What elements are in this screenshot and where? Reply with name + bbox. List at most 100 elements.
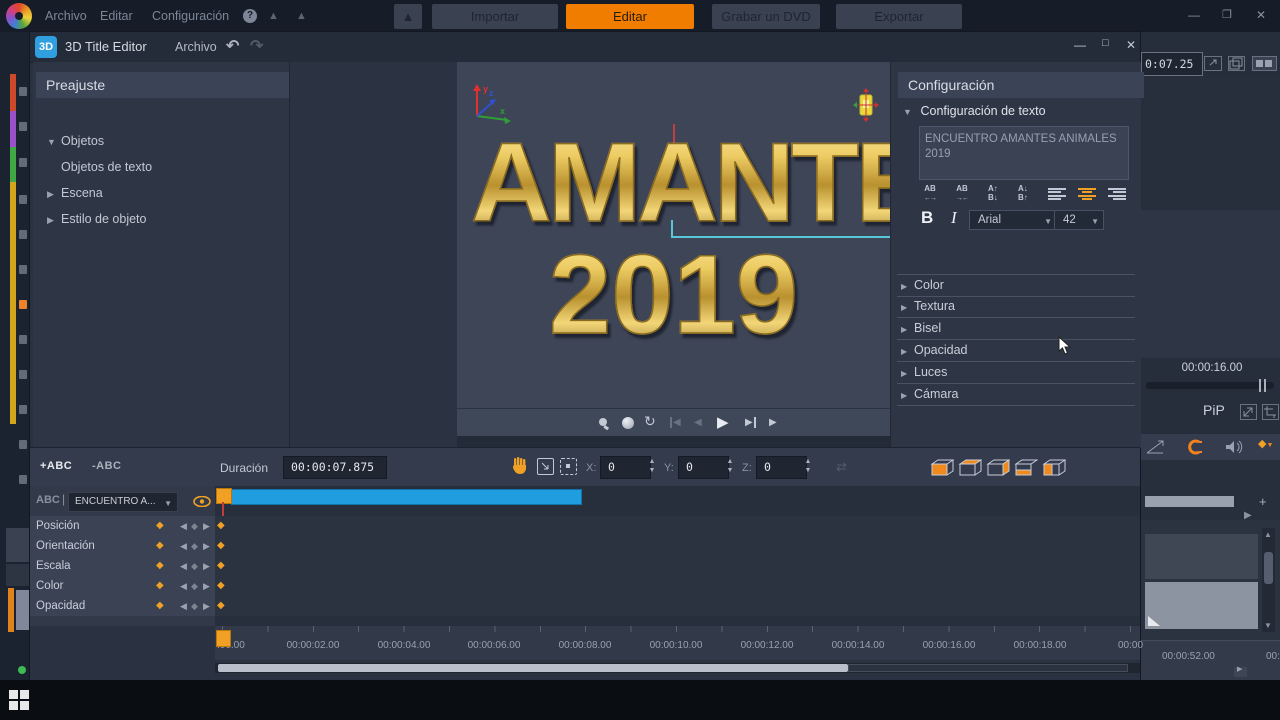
prev-keyframe-button[interactable]: ◀ — [180, 596, 187, 616]
redo-icon[interactable]: ↷ — [250, 36, 263, 56]
next-keyframe-button[interactable]: ▶ — [203, 576, 210, 596]
tab-grabar-dvd[interactable]: Grabar un DVD — [712, 4, 820, 29]
clip-selector-dropdown[interactable]: ENCUENTRO A... ▼ — [68, 492, 178, 512]
dual-view-icon[interactable] — [1252, 56, 1277, 71]
prev-frame-icon[interactable]: ◀ — [694, 417, 702, 428]
close-icon[interactable]: ✕ — [1256, 8, 1266, 22]
keyframe-enabled-icon[interactable]: ◆ — [156, 516, 164, 536]
menu-archivo[interactable]: Archivo — [45, 9, 87, 23]
add-keyframe-button[interactable]: ◆ — [191, 516, 198, 536]
reset-icon[interactable]: ⇄ — [836, 459, 847, 475]
loop-icon[interactable]: ↻ — [644, 413, 656, 430]
menu-editar[interactable]: Editar — [100, 9, 133, 23]
close-icon[interactable]: ✕ — [1126, 38, 1136, 52]
track-lane[interactable]: ◆ — [215, 536, 1140, 557]
section-textura[interactable]: ▶ Textura — [897, 296, 1135, 318]
ruler-play-icon[interactable]: ▶ — [1234, 666, 1247, 677]
section-color[interactable]: ▶ Color — [897, 274, 1135, 297]
tab-editar[interactable]: Editar — [566, 4, 694, 29]
tab-importar[interactable]: Importar — [432, 4, 558, 29]
select-object-icon[interactable] — [537, 458, 554, 475]
collapse-tabs-button[interactable]: ▲ — [394, 4, 422, 29]
italic-button[interactable]: I — [951, 208, 957, 228]
add-keyframe-button[interactable]: ◆ — [191, 596, 198, 616]
visibility-eye-icon[interactable] — [193, 496, 211, 507]
pan-hand-icon[interactable] — [512, 457, 528, 475]
tab-exportar[interactable]: Exportar — [836, 4, 962, 29]
add-keyframe-button[interactable]: ◆ — [191, 536, 198, 556]
text-settings-group[interactable]: ▼ Configuración de texto — [903, 104, 1046, 118]
help-icon[interactable]: ? — [243, 9, 257, 23]
scrollbar-vertical[interactable]: ▲ ▼ — [1262, 528, 1275, 632]
tree-item-objetos[interactable]: ▼ Objetos — [33, 128, 289, 154]
keyframe-marker[interactable]: ◆ — [217, 576, 225, 596]
section-luces[interactable]: ▶ Luces — [897, 362, 1135, 384]
track-lane[interactable]: ◆ — [215, 556, 1140, 577]
section-camara[interactable]: ▶ Cámara — [897, 384, 1135, 406]
window-menu-archivo[interactable]: Archivo — [175, 40, 217, 54]
track-lane[interactable]: ◆ — [215, 576, 1140, 597]
arrow-icon[interactable]: ▲ — [268, 10, 279, 22]
align-left-icon[interactable] — [1048, 186, 1066, 202]
chevron-right-icon[interactable]: ▶ — [47, 181, 61, 207]
resize-icon[interactable] — [1240, 404, 1257, 420]
keyframe-enabled-icon[interactable]: ◆ — [156, 536, 164, 556]
maximize-icon[interactable]: □ — [1102, 37, 1109, 49]
chevron-right-icon[interactable]: ▶ — [47, 207, 61, 233]
timeline-scrollbar[interactable] — [215, 663, 1140, 673]
prev-keyframe-button[interactable]: ◀ — [180, 556, 187, 576]
play-icon[interactable]: ▶ — [717, 413, 729, 431]
duration-field[interactable]: 00:00:07.875 — [283, 456, 387, 479]
line-spacing-contract-icon[interactable]: A↓ B↑ — [1018, 184, 1028, 202]
clip-block[interactable] — [1145, 582, 1258, 629]
next-frame-icon[interactable]: ▶ — [745, 417, 756, 428]
keyframe-tool-icon[interactable]: ◆▼ — [1258, 437, 1273, 450]
z-stepper[interactable]: ▲ ▼ — [803, 457, 813, 475]
zoom-in-icon[interactable]: + — [1259, 494, 1267, 509]
kerning-contract-icon[interactable]: AB →← — [956, 184, 969, 202]
add-keyframe-button[interactable]: ◆ — [191, 556, 198, 576]
keyframe-marker[interactable]: ◆ — [217, 556, 225, 576]
snapshot-icon[interactable] — [1228, 56, 1245, 71]
arrow-icon[interactable]: ▲ — [296, 10, 307, 22]
ruler-playhead-marker[interactable] — [216, 630, 231, 647]
remove-text-button[interactable]: -ABC — [92, 460, 122, 472]
title-text-3d-line2[interactable]: 2019 — [548, 230, 799, 359]
fullscreen-icon[interactable] — [1204, 56, 1222, 71]
view-back-icon[interactable] — [958, 459, 982, 476]
minimize-icon[interactable]: — — [1188, 8, 1200, 22]
chevron-down-icon[interactable]: ▼ — [47, 129, 61, 155]
section-opacidad[interactable]: ▶ Opacidad — [897, 340, 1135, 362]
x-field[interactable]: 0 — [600, 456, 651, 479]
menu-configuracion[interactable]: Configuración — [152, 9, 229, 23]
keyframe-marker[interactable]: ◆ — [217, 596, 225, 616]
z-field[interactable]: 0 — [756, 456, 807, 479]
view-front-icon[interactable] — [930, 459, 954, 476]
bold-button[interactable]: B — [921, 208, 933, 228]
keyframe-marker[interactable]: ◆ — [217, 536, 225, 556]
keyframe-enabled-icon[interactable]: ◆ — [156, 556, 164, 576]
restore-icon[interactable]: ❐ — [1222, 8, 1232, 21]
font-family-select[interactable]: Arial ▼ — [969, 210, 1059, 230]
track-lane[interactable]: ◆ — [215, 596, 1140, 617]
track-lane[interactable]: ◆ — [215, 516, 1140, 537]
main-ruler[interactable]: 00:00:52.00 00: ▶ — [1140, 640, 1280, 680]
light-gizmo-icon[interactable] — [853, 88, 879, 122]
keyframe-marker[interactable]: ◆ — [217, 516, 225, 536]
tree-item-objetos-de-texto[interactable]: Objetos de texto — [33, 154, 289, 180]
view-bottom-icon[interactable] — [1014, 459, 1038, 476]
go-end-icon[interactable]: ▶ — [769, 417, 777, 428]
next-keyframe-button[interactable]: ▶ — [203, 516, 210, 536]
prev-keyframe-button[interactable]: ◀ — [180, 576, 187, 596]
next-keyframe-button[interactable]: ▶ — [203, 596, 210, 616]
line-spacing-expand-icon[interactable]: A↑ B↓ — [988, 184, 998, 202]
clip-duration-bar[interactable] — [231, 489, 582, 505]
timeline-ruler[interactable]: :00.00 00:00:02.00 00:00:04.00 00:00:06.… — [215, 626, 1143, 660]
section-bisel[interactable]: ▶ Bisel — [897, 318, 1135, 340]
scrubber-track[interactable] — [1146, 379, 1274, 392]
light-toggle-icon[interactable] — [597, 416, 611, 430]
y-stepper[interactable]: ▲ ▼ — [725, 457, 735, 475]
add-keyframe-button[interactable]: ◆ — [191, 576, 198, 596]
scrollbar-thumb[interactable] — [218, 664, 848, 672]
next-keyframe-button[interactable]: ▶ — [203, 536, 210, 556]
